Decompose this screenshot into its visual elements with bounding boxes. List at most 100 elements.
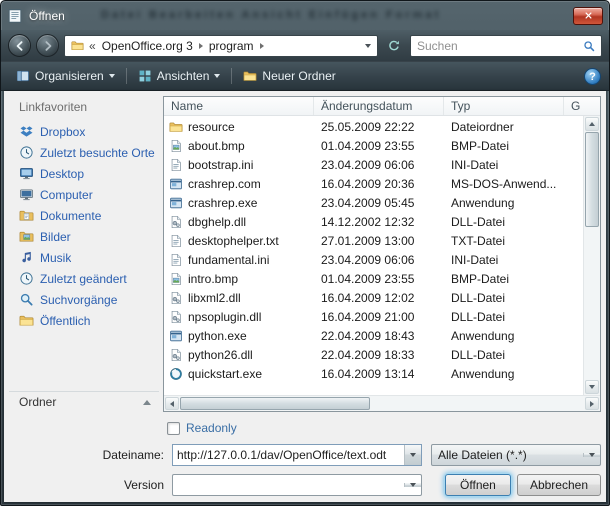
- file-type: DLL-Datei: [444, 310, 564, 324]
- documents-icon: [19, 208, 34, 223]
- file-name: crashrep.exe: [188, 196, 257, 210]
- refresh-icon: [387, 39, 401, 53]
- sidebar-item-label: Bilder: [40, 230, 71, 244]
- file-row-intro-bmp[interactable]: intro.bmp 01.04.2009 23:55 BMP-Datei: [164, 269, 583, 288]
- file-row-python-exe[interactable]: python.exe 22.04.2009 18:43 Anwendung: [164, 326, 583, 345]
- sidebar-item-zuletzt-ge-ndert[interactable]: Zuletzt geändert: [9, 268, 159, 289]
- organize-button[interactable]: Organisieren: [9, 65, 122, 87]
- column-header-nderungsdatum[interactable]: Änderungsdatum: [314, 97, 444, 115]
- text-icon: [169, 253, 183, 267]
- filetype-combobox[interactable]: Alle Dateien (*.*): [431, 444, 601, 466]
- sidebar-item-musik[interactable]: Musik: [9, 247, 159, 268]
- file-type: DLL-Datei: [444, 291, 564, 305]
- file-row-libxml2-dll[interactable]: libxml2.dll 16.04.2009 12:02 DLL-Datei: [164, 288, 583, 307]
- column-header-typ[interactable]: Typ: [444, 97, 564, 115]
- file-row-quickstart-exe[interactable]: quickstart.exe 16.04.2009 13:14 Anwendun…: [164, 364, 583, 383]
- file-type: TXT-Datei: [444, 234, 564, 248]
- help-button[interactable]: ?: [584, 68, 601, 85]
- new-folder-button[interactable]: Neuer Ordner: [236, 65, 342, 87]
- horizontal-scrollbar[interactable]: [164, 395, 600, 411]
- refresh-button[interactable]: [383, 35, 405, 57]
- navigation-bar: « OpenOffice.org 3 program: [1, 30, 609, 61]
- sidebar-item-suchvorg-nge[interactable]: Suchvorgänge: [9, 289, 159, 310]
- sidebar-item-bilder[interactable]: Bilder: [9, 226, 159, 247]
- breadcrumb[interactable]: « OpenOffice.org 3 program: [64, 35, 378, 57]
- file-name: about.bmp: [188, 139, 245, 153]
- file-row-bootstrap-ini[interactable]: bootstrap.ini 23.04.2009 06:06 INI-Datei: [164, 155, 583, 174]
- filename-dropdown-button[interactable]: [404, 445, 421, 465]
- scroll-left-button[interactable]: [165, 397, 179, 410]
- sidebar-item-zuletzt-besuchte-orte[interactable]: Zuletzt besuchte Orte: [9, 142, 159, 163]
- sidebar-item-desktop[interactable]: Desktop: [9, 163, 159, 184]
- readonly-checkbox[interactable]: [167, 422, 180, 435]
- scrollbar-track[interactable]: [179, 397, 585, 410]
- chevron-down-icon: [410, 483, 416, 487]
- filename-combobox[interactable]: [172, 444, 422, 466]
- filename-label: Dateiname:: [9, 448, 172, 462]
- filename-input[interactable]: [173, 445, 404, 465]
- sidebar-items: Dropbox Zuletzt besuchte Orte Desktop Co…: [9, 121, 159, 331]
- sidebar-spacer: [9, 331, 159, 391]
- arrow-left-icon: [170, 401, 174, 407]
- file-row-desktophelper-txt[interactable]: desktophelper.txt 27.01.2009 13:00 TXT-D…: [164, 231, 583, 250]
- pictures-icon: [19, 229, 34, 244]
- file-date: 16.04.2009 21:00: [314, 310, 444, 324]
- column-header-g[interactable]: G: [564, 97, 600, 115]
- titlebar[interactable]: Öffnen Datei Bearbeiten Ansicht Einfügen…: [1, 1, 609, 30]
- file-row-dbghelp-dll[interactable]: dbghelp.dll 14.12.2002 12:32 DLL-Datei: [164, 212, 583, 231]
- views-icon: [138, 69, 152, 83]
- file-name: quickstart.exe: [188, 367, 262, 381]
- chevron-down-icon: [109, 74, 115, 78]
- folders-bar[interactable]: Ordner: [9, 391, 159, 412]
- version-label: Version: [9, 478, 172, 492]
- sidebar-item-ffentlich[interactable]: Öffentlich: [9, 310, 159, 331]
- breadcrumb-item-openoffice[interactable]: OpenOffice.org 3: [102, 39, 193, 53]
- open-button[interactable]: Öffnen: [445, 474, 511, 496]
- scroll-right-button[interactable]: [585, 397, 599, 410]
- sidebar-item-computer[interactable]: Computer: [9, 184, 159, 205]
- search-input[interactable]: [413, 39, 582, 53]
- scrollbar-thumb[interactable]: [180, 397, 370, 410]
- sidebar-item-label: Zuletzt geändert: [40, 272, 127, 286]
- sidebar-item-dropbox[interactable]: Dropbox: [9, 121, 159, 142]
- chevron-down-icon: [214, 74, 220, 78]
- views-button[interactable]: Ansichten: [131, 65, 228, 87]
- file-row-crashrep-exe[interactable]: crashrep.exe 23.04.2009 05:45 Anwendung: [164, 193, 583, 212]
- file-row-npsoplugin-dll[interactable]: npsoplugin.dll 16.04.2009 21:00 DLL-Date…: [164, 307, 583, 326]
- file-row-python26-dll[interactable]: python26.dll 22.04.2009 18:33 DLL-Datei: [164, 345, 583, 364]
- toolbar-separator: [231, 68, 232, 84]
- close-button[interactable]: [573, 7, 603, 25]
- file-name: crashrep.com: [188, 177, 261, 191]
- quickstart-icon: [169, 367, 183, 381]
- column-header-name[interactable]: Name: [164, 97, 314, 115]
- file-row-about-bmp[interactable]: about.bmp 01.04.2009 23:55 BMP-Datei: [164, 136, 583, 155]
- file-row-fundamental-ini[interactable]: fundamental.ini 23.04.2009 06:06 INI-Dat…: [164, 250, 583, 269]
- search-box[interactable]: [410, 35, 602, 57]
- breadcrumb-overflow[interactable]: «: [89, 39, 96, 53]
- text-icon: [169, 158, 183, 172]
- sidebar-item-label: Desktop: [40, 167, 84, 181]
- sidebar-item-dokumente[interactable]: Dokumente: [9, 205, 159, 226]
- chevron-down-icon: [410, 453, 416, 457]
- forward-button[interactable]: [36, 34, 59, 57]
- cancel-button[interactable]: Abbrechen: [517, 474, 601, 496]
- back-button[interactable]: [8, 34, 31, 57]
- file-type: Anwendung: [444, 329, 564, 343]
- vertical-scrollbar[interactable]: [583, 116, 600, 395]
- scrollbar-thumb[interactable]: [585, 132, 599, 227]
- version-dropdown-button[interactable]: [404, 483, 421, 487]
- window-title: Öffnen: [29, 9, 65, 23]
- filetype-dropdown-button[interactable]: [583, 453, 600, 457]
- file-row-crashrep-com[interactable]: crashrep.com 16.04.2009 20:36 MS-DOS-Anw…: [164, 174, 583, 193]
- breadcrumb-item-program[interactable]: program: [209, 39, 254, 53]
- breadcrumb-dropdown-icon[interactable]: [359, 44, 371, 48]
- app-icon: [169, 177, 183, 191]
- scroll-down-button[interactable]: [585, 380, 599, 394]
- scroll-up-button[interactable]: [585, 117, 599, 131]
- scrollbar-track[interactable]: [585, 131, 599, 380]
- search-icon[interactable]: [582, 39, 596, 53]
- file-type: DLL-Datei: [444, 215, 564, 229]
- file-row-resource[interactable]: resource 25.05.2009 22:22 Dateiordner: [164, 117, 583, 136]
- version-combobox[interactable]: [172, 474, 422, 496]
- folder-icon: [169, 120, 183, 134]
